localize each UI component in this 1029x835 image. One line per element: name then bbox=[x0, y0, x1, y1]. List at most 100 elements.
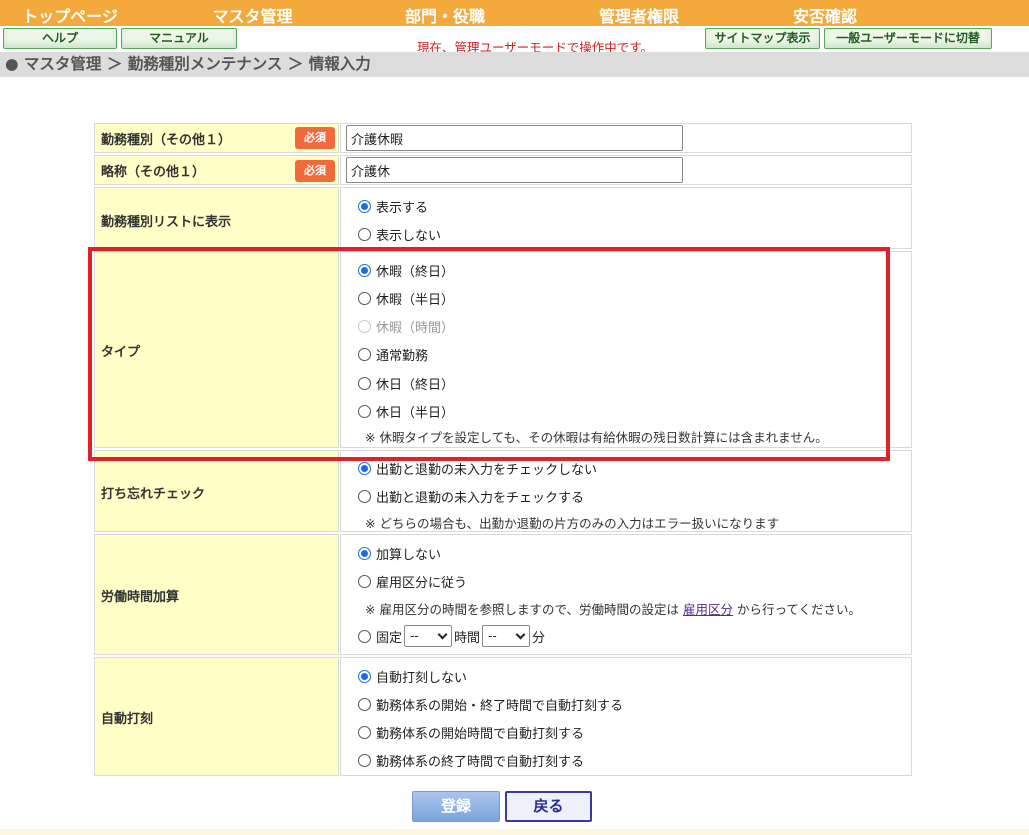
option-label: 休暇（終日） bbox=[376, 264, 455, 280]
radio-no-check[interactable]: 出勤と退勤の未入力をチェックしない bbox=[358, 459, 598, 478]
radio-check[interactable]: 出勤と退勤の未入力をチェックする bbox=[358, 487, 585, 506]
abbreviation-input[interactable] bbox=[346, 157, 683, 183]
radio-button[interactable] bbox=[358, 227, 371, 241]
radio-button[interactable] bbox=[358, 753, 371, 767]
form-row-list-display: 勤務種別リストに表示 表示する 表示しない bbox=[94, 187, 912, 249]
forget-check-note: ※ どちらの場合も、出勤か退勤の片方のみの入力はエラー扱いになります bbox=[365, 516, 780, 531]
breadcrumb: ● マスタ管理 ＞ 勤務種別メンテナンス ＞ 情報入力 bbox=[0, 52, 1029, 77]
radio-fixed[interactable] bbox=[358, 629, 371, 643]
sitemap-button[interactable]: サイトマップ表示 bbox=[705, 28, 820, 49]
hour-select-value: -- bbox=[410, 629, 419, 643]
radio-button[interactable] bbox=[358, 291, 371, 305]
chevron-down-icon bbox=[515, 629, 526, 639]
label-cell: 略称（その他１） 必須 bbox=[94, 155, 339, 185]
option-label: 自動打刻しない bbox=[376, 670, 468, 686]
back-button[interactable]: 戻る bbox=[505, 791, 592, 822]
value-cell: 自動打刻しない 勤務体系の開始・終了時間で自動打刻する 勤務体系の開始時間で自動… bbox=[340, 657, 912, 776]
radio-button[interactable] bbox=[358, 669, 371, 683]
field-label-type: タイプ bbox=[101, 345, 141, 360]
nav-admin-permissions[interactable]: 管理者権限 bbox=[580, 3, 698, 26]
radio-button[interactable] bbox=[358, 263, 371, 277]
field-label-forget-check: 打ち忘れチェック bbox=[101, 487, 206, 502]
option-label: 出勤と退勤の未入力をチェックする bbox=[376, 490, 585, 506]
value-cell: 表示する 表示しない bbox=[340, 187, 912, 249]
minute-select-value: -- bbox=[488, 629, 497, 643]
radio-button bbox=[358, 319, 371, 333]
value-cell: 出勤と退勤の未入力をチェックしない 出勤と退勤の未入力をチェックする ※ どちら… bbox=[340, 450, 912, 532]
field-label-auto-stamp: 自動打刻 bbox=[101, 712, 154, 727]
option-label: 固定 bbox=[376, 630, 403, 646]
radio-button[interactable] bbox=[358, 347, 371, 361]
nav-safety-confirmation[interactable]: 安否確認 bbox=[775, 3, 875, 26]
radio-no-auto-stamp[interactable]: 自動打刻しない bbox=[358, 667, 468, 686]
radio-type-holiday-full[interactable]: 休日（終日） bbox=[358, 374, 455, 393]
radio-button[interactable] bbox=[358, 404, 371, 418]
option-label: 勤務体系の終了時間で自動打刻する bbox=[376, 754, 585, 770]
radio-show[interactable]: 表示する bbox=[358, 197, 429, 216]
field-label-abbreviation: 略称（その他１） bbox=[101, 165, 206, 180]
value-cell bbox=[340, 155, 912, 185]
radio-button[interactable] bbox=[358, 574, 371, 588]
radio-type-leave-half[interactable]: 休暇（半日） bbox=[358, 289, 455, 308]
value-cell bbox=[340, 123, 912, 153]
label-cell: 打ち忘れチェック bbox=[94, 450, 339, 532]
option-label: 勤務体系の開始・終了時間で自動打刻する bbox=[376, 698, 624, 714]
value-cell: 休暇（終日） 休暇（半日） 休暇（時間） 通常勤務 休日（終日） 休日（半日） … bbox=[340, 251, 912, 448]
option-label: 休暇（半日） bbox=[376, 292, 455, 308]
note-text: から行ってください。 bbox=[736, 602, 861, 617]
option-label: 休暇（時間） bbox=[376, 320, 455, 336]
hour-unit: 時間 bbox=[454, 630, 481, 646]
switch-user-mode-button[interactable]: 一般ユーザーモードに切替 bbox=[824, 28, 992, 49]
type-note: ※ 休暇タイプを設定しても、その休暇は有給休暇の残日数計算には含まれません。 bbox=[365, 430, 828, 445]
option-label: 表示する bbox=[376, 200, 429, 216]
minute-unit: 分 bbox=[532, 630, 546, 646]
manual-button[interactable]: マニュアル bbox=[121, 28, 237, 49]
label-cell: 勤務種別リストに表示 bbox=[94, 187, 339, 249]
nav-master-management[interactable]: マスタ管理 bbox=[190, 3, 315, 26]
radio-type-leave-full[interactable]: 休暇（終日） bbox=[358, 261, 455, 280]
radio-no-addition[interactable]: 加算しない bbox=[358, 544, 442, 563]
form-row-forget-check: 打ち忘れチェック 出勤と退勤の未入力をチェックしない 出勤と退勤の未入力をチェッ… bbox=[94, 450, 912, 532]
radio-stamp-start[interactable]: 勤務体系の開始時間で自動打刻する bbox=[358, 723, 584, 742]
submit-button[interactable]: 登録 bbox=[412, 791, 500, 822]
value-cell: 加算しない 雇用区分に従う ※ 雇用区分の時間を参照しますので、労働時間の設定は… bbox=[340, 534, 912, 655]
radio-button[interactable] bbox=[358, 489, 371, 503]
fixed-time-option: 固定 -- 時間 -- 分 bbox=[358, 624, 545, 648]
nav-top-page[interactable]: トップページ bbox=[0, 3, 140, 26]
form-row-name: 勤務種別（その他１） 必須 bbox=[94, 123, 912, 153]
option-label: 雇用区分に従う bbox=[376, 575, 468, 591]
radio-type-holiday-half[interactable]: 休日（半日） bbox=[358, 402, 455, 421]
radio-button[interactable] bbox=[358, 725, 371, 739]
minute-select[interactable]: -- bbox=[482, 625, 531, 647]
radio-button[interactable] bbox=[358, 199, 371, 213]
field-label-list-display: 勤務種別リストに表示 bbox=[101, 215, 232, 230]
top-navigation: トップページ マスタ管理 部門・役職 管理者権限 安否確認 bbox=[0, 0, 1029, 26]
radio-button[interactable] bbox=[358, 376, 371, 390]
form-row-labor-time: 労働時間加算 加算しない 雇用区分に従う ※ 雇用区分の時間を参照しますので、労… bbox=[94, 534, 912, 655]
option-label: 通常勤務 bbox=[376, 348, 429, 364]
label-cell: 労働時間加算 bbox=[94, 534, 339, 655]
radio-stamp-start-end[interactable]: 勤務体系の開始・終了時間で自動打刻する bbox=[358, 695, 624, 714]
hour-select[interactable]: -- bbox=[404, 625, 453, 647]
labor-time-note: ※ 雇用区分の時間を参照しますので、労働時間の設定は 雇用区分 から行ってくださ… bbox=[365, 599, 861, 618]
radio-button[interactable] bbox=[358, 461, 371, 475]
option-label: 休日（半日） bbox=[376, 405, 455, 421]
radio-type-regular-work[interactable]: 通常勤務 bbox=[358, 345, 429, 364]
option-label: 休日（終日） bbox=[376, 377, 455, 393]
radio-button[interactable] bbox=[358, 546, 371, 560]
radio-type-leave-hourly: 休暇（時間） bbox=[358, 317, 455, 336]
field-label-name: 勤務種別（その他１） bbox=[101, 133, 232, 148]
radio-hide[interactable]: 表示しない bbox=[358, 225, 442, 244]
work-type-name-input[interactable] bbox=[346, 125, 683, 151]
radio-stamp-end[interactable]: 勤務体系の終了時間で自動打刻する bbox=[358, 751, 585, 770]
option-label: 出勤と退勤の未入力をチェックしない bbox=[376, 462, 598, 478]
field-label-labor-time: 労働時間加算 bbox=[101, 590, 180, 605]
employment-category-link[interactable]: 雇用区分 bbox=[683, 602, 733, 617]
help-button[interactable]: ヘルプ bbox=[3, 28, 117, 49]
option-label: 表示しない bbox=[376, 228, 442, 244]
option-label: 加算しない bbox=[376, 547, 442, 563]
radio-follow-employment[interactable]: 雇用区分に従う bbox=[358, 572, 468, 591]
nav-department-position[interactable]: 部門・役職 bbox=[385, 3, 505, 26]
radio-button[interactable] bbox=[358, 697, 371, 711]
chevron-down-icon bbox=[437, 629, 448, 639]
